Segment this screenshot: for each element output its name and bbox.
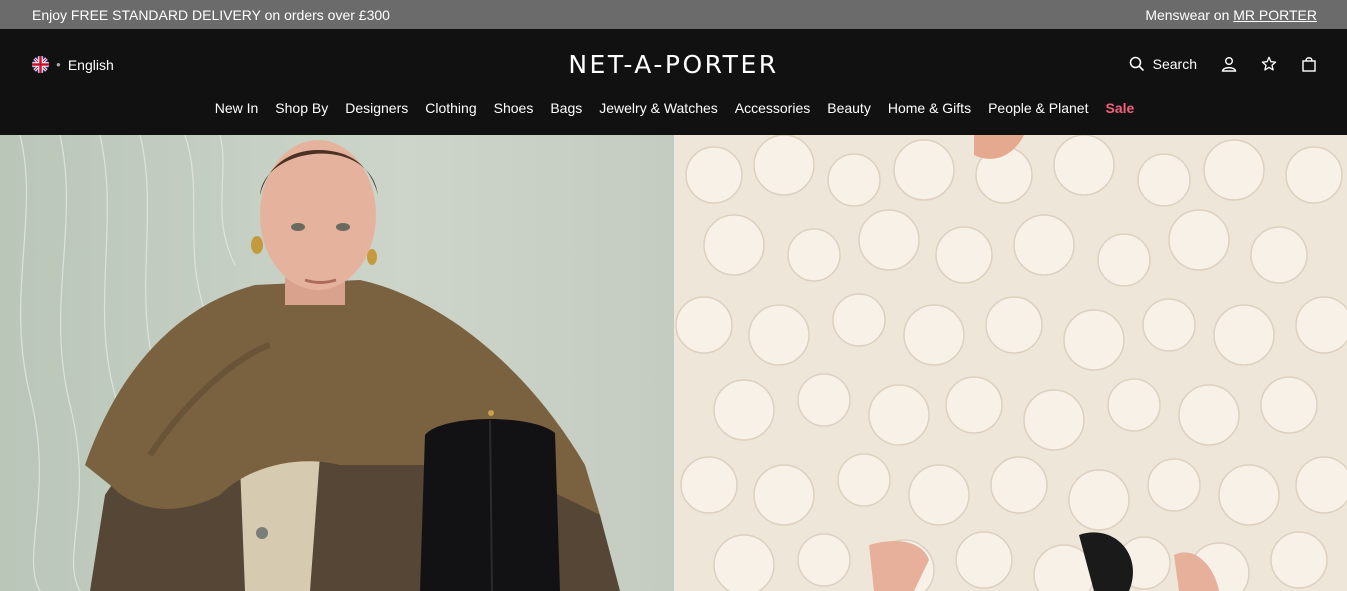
hero-banner xyxy=(0,135,1347,591)
search-label: Search xyxy=(1152,56,1197,72)
search-button[interactable]: Search xyxy=(1129,56,1197,72)
search-icon xyxy=(1129,56,1144,72)
nav-clothing[interactable]: Clothing xyxy=(425,100,476,116)
nav-shop-by[interactable]: Shop By xyxy=(275,100,328,116)
shopping-bag-icon[interactable] xyxy=(1301,56,1317,72)
menswear-prefix: Menswear on xyxy=(1145,6,1230,23)
hero-image-model-scarf[interactable] xyxy=(0,135,674,591)
nav-sale[interactable]: Sale xyxy=(1105,100,1134,116)
account-icon[interactable] xyxy=(1221,56,1237,72)
nav-people-planet[interactable]: People & Planet xyxy=(988,100,1088,116)
menswear-message: Menswear on MR PORTER xyxy=(1145,7,1317,23)
nav-home-gifts[interactable]: Home & Gifts xyxy=(888,100,971,116)
hero-image-shearling-coat[interactable] xyxy=(674,135,1347,591)
promo-bar: Enjoy FREE STANDARD DELIVERY on orders o… xyxy=(0,0,1347,29)
nav-bags[interactable]: Bags xyxy=(550,100,582,116)
nav-designers[interactable]: Designers xyxy=(345,100,408,116)
model-scarf-illustration xyxy=(0,135,674,591)
nav-shoes[interactable]: Shoes xyxy=(494,100,534,116)
utility-nav: Search xyxy=(1129,56,1317,72)
nav-beauty[interactable]: Beauty xyxy=(827,100,871,116)
mr-porter-link[interactable]: MR PORTER xyxy=(1233,7,1317,23)
free-delivery-message: Enjoy FREE STANDARD DELIVERY on orders o… xyxy=(32,6,390,23)
site-header: ● English NET-A-PORTER Search New In Sho… xyxy=(0,29,1347,135)
wishlist-star-icon[interactable] xyxy=(1261,56,1277,72)
main-navigation: New In Shop By Designers Clothing Shoes … xyxy=(0,100,1347,116)
nav-accessories[interactable]: Accessories xyxy=(735,100,810,116)
shearling-coat-illustration xyxy=(674,135,1347,591)
nav-jewelry-watches[interactable]: Jewelry & Watches xyxy=(599,100,718,116)
nav-new-in[interactable]: New In xyxy=(215,100,259,116)
